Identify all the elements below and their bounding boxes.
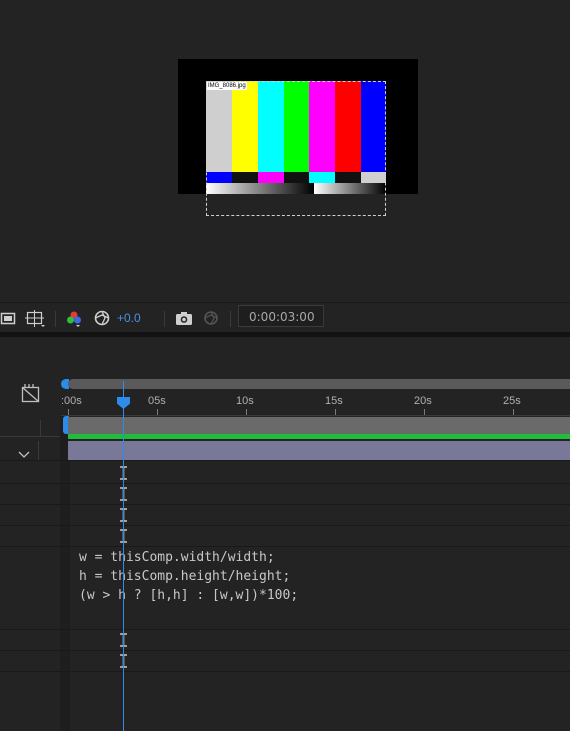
toolbar-separator [164,311,165,327]
column-separator [38,441,39,460]
time-navigator-bar[interactable] [68,379,570,389]
time-ruler[interactable] [61,415,570,416]
expression-line: (w > h ? [h,h] : [w,w])*100; [79,588,299,603]
comp-flowchart-icon[interactable] [20,384,42,409]
row-divider [0,504,570,505]
ruler-label: 20s [414,395,432,407]
layer-list-column [0,416,60,731]
layer-bounding-box[interactable] [206,81,386,216]
row-divider [0,436,60,437]
ruler-label: 05s [148,395,166,407]
column-divider [60,416,70,731]
expression-line: h = thisComp.height/height; [79,569,291,584]
row-divider [0,483,570,484]
ruler-label: 25s [503,395,521,407]
row-divider [0,546,570,547]
column-separator [40,420,41,436]
ruler-label: :00s [61,395,82,407]
region-of-interest-icon[interactable] [25,310,45,327]
layer-name-label: IMG_8086.jpg [207,82,247,90]
chevron-down-icon[interactable] [18,446,30,464]
render-cache-indicator [68,434,570,439]
row-divider [0,525,570,526]
layer-expand-toggle[interactable] [0,441,38,460]
row-divider [0,460,570,461]
row-divider [0,629,570,630]
current-time-text: 0:00:03:00 [249,310,315,324]
toolbar-separator [230,311,231,327]
row-divider [0,650,570,651]
ruler-label: 15s [325,395,343,407]
row-divider [0,671,570,672]
ruler-label: 10s [236,395,254,407]
show-snapshot-icon[interactable] [202,310,218,326]
camera-snapshot-icon[interactable] [175,310,192,326]
expression-editor[interactable]: w = thisComp.width/width; h = thisComp.he… [79,548,298,605]
toggle-mask-visibility-icon[interactable] [0,310,16,326]
exposure-value[interactable]: +0.0 [117,311,141,325]
playhead-line[interactable] [123,381,124,731]
toolbar-separator [55,311,56,327]
adjust-exposure-icon[interactable] [94,310,110,326]
work-area-bar[interactable] [68,417,570,434]
show-channel-icon[interactable] [65,310,81,327]
expression-line: w = thisComp.width/width; [79,550,275,565]
layer-duration-bar[interactable] [68,441,570,460]
